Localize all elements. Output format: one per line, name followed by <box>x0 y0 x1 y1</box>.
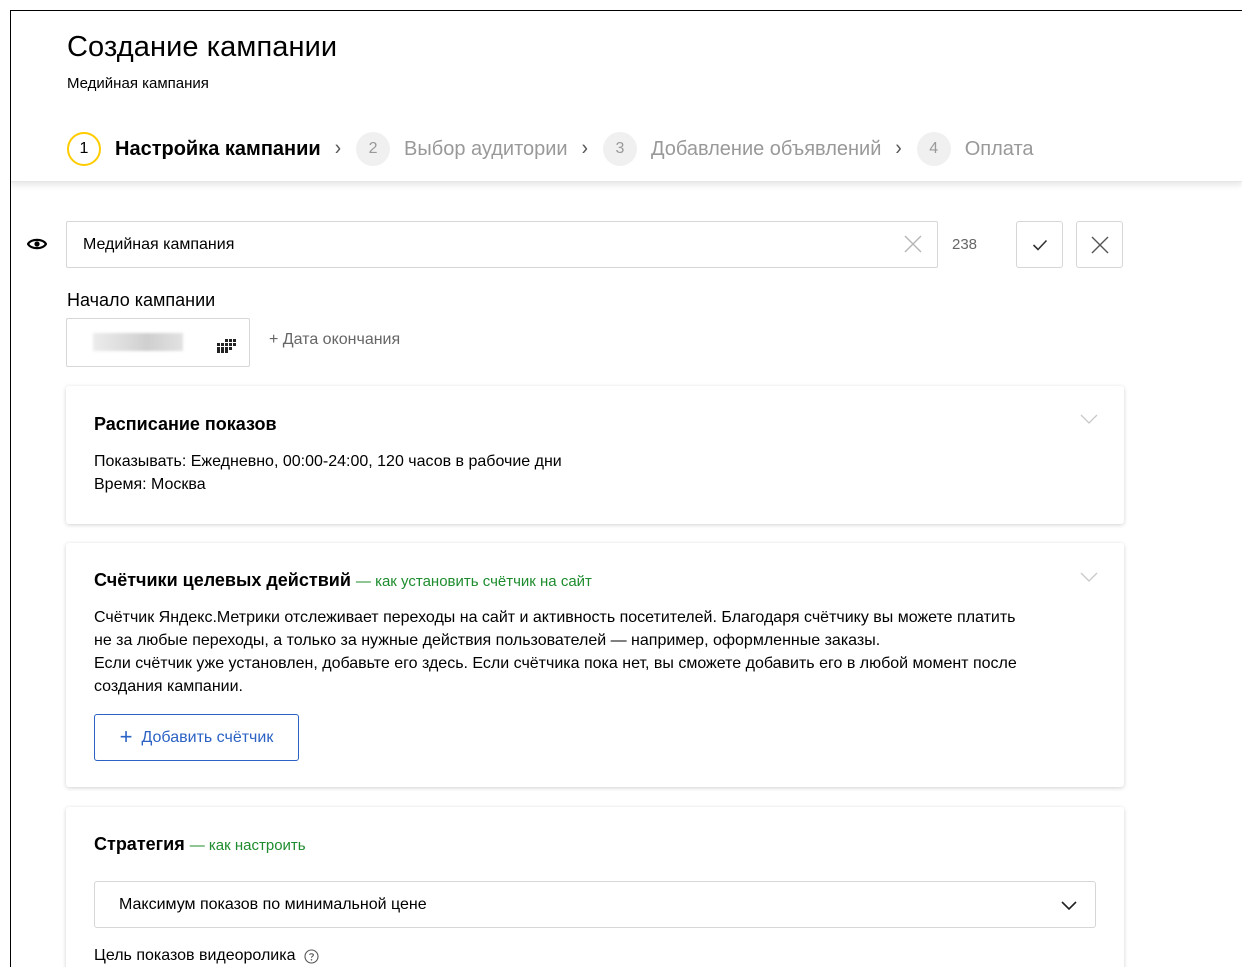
step-ads[interactable]: 3 Добавление объявлений <box>602 132 882 166</box>
page-header: Создание кампании Медийная кампания 1 На… <box>11 11 1242 182</box>
strategy-selected-value: Максимум показов по минимальной цене <box>119 896 427 913</box>
step-settings[interactable]: 1 Настройка кампании <box>67 132 321 166</box>
add-counter-label: Добавить счётчик <box>141 728 274 746</box>
help-icon[interactable] <box>303 948 319 964</box>
schedule-title: Расписание показов <box>94 414 277 434</box>
text-line: Счётчик Яндекс.Метрики отслеживает перех… <box>94 609 1016 626</box>
page-title: Создание кампании <box>67 31 338 63</box>
schedule-time-text: Время: Москва <box>94 476 206 493</box>
counters-howto-link[interactable]: — как установить счётчик на сайт <box>356 573 592 590</box>
video-goal-row: Цель показов видеоролика <box>94 947 319 965</box>
strategy-howto-link[interactable]: — как настроить <box>190 837 306 854</box>
cancel-button[interactable] <box>1076 221 1123 268</box>
step-number: 1 <box>67 132 101 166</box>
strategy-select[interactable]: Максимум показов по минимальной цене <box>94 881 1096 928</box>
step-payment[interactable]: 4 Оплата <box>916 132 1034 166</box>
start-date-input[interactable] <box>66 318 250 367</box>
counters-title-text: Счётчики целевых действий <box>94 570 351 590</box>
calendar-icon[interactable] <box>217 339 237 353</box>
wizard-steps: 1 Настройка кампании › 2 Выбор аудитории… <box>67 132 1034 166</box>
step-number: 3 <box>602 132 637 166</box>
clear-icon[interactable] <box>903 234 923 254</box>
step-label: Добавление объявлений <box>650 137 882 160</box>
step-label: Настройка кампании <box>115 137 321 160</box>
campaign-name-value: Медийная кампания <box>83 236 235 253</box>
strategy-title-text: Стратегия <box>94 834 185 854</box>
add-counter-button[interactable]: + Добавить счётчик <box>94 714 299 761</box>
chevron-down-icon[interactable] <box>1080 572 1098 582</box>
counters-description: Счётчик Яндекс.Метрики отслеживает перех… <box>94 606 1017 698</box>
confirm-button[interactable] <box>1016 221 1063 268</box>
chevron-right-icon: › <box>334 136 342 160</box>
step-label: Выбор аудитории <box>404 137 568 160</box>
counters-card: Счётчики целевых действий — как установи… <box>66 543 1124 787</box>
step-number: 4 <box>916 132 951 166</box>
video-goal-label: Цель показов видеоролика <box>94 947 296 964</box>
chevron-down-icon[interactable] <box>1080 414 1098 424</box>
text-line: не за любые переходы, а только за нужные… <box>94 632 881 649</box>
step-audience[interactable]: 2 Выбор аудитории <box>356 132 568 166</box>
chevron-down-icon <box>1061 901 1077 910</box>
char-counter: 238 <box>952 236 978 253</box>
chevron-right-icon: › <box>581 136 588 160</box>
strategy-card: Стратегия — как настроить Максимум показ… <box>66 807 1124 967</box>
text-line: создания кампании. <box>94 678 243 695</box>
date-value-blurred <box>93 333 183 351</box>
counters-title: Счётчики целевых действий — как установи… <box>94 570 592 591</box>
eye-icon[interactable] <box>27 237 47 251</box>
page-subtitle: Медийная кампания <box>67 75 209 92</box>
page-frame: Создание кампании Медийная кампания 1 На… <box>10 10 1242 967</box>
start-date-label: Начало кампании <box>67 290 216 310</box>
chevron-right-icon: › <box>895 136 902 160</box>
schedule-show-text: Показывать: Ежедневно, 00:00-24:00, 120 … <box>94 453 562 470</box>
step-label: Оплата <box>964 137 1034 160</box>
strategy-title: Стратегия — как настроить <box>94 834 306 855</box>
schedule-card: Расписание показов Показывать: Ежедневно… <box>66 386 1124 524</box>
text-line: Если счётчик уже установлен, добавьте ег… <box>94 655 1017 672</box>
step-number: 2 <box>356 132 391 166</box>
add-end-date-link[interactable]: + Дата окончания <box>269 331 400 349</box>
close-icon <box>1091 236 1108 253</box>
checkmark-icon <box>1032 239 1047 251</box>
campaign-name-input[interactable]: Медийная кампания <box>66 221 938 268</box>
plus-icon: + <box>119 723 133 749</box>
